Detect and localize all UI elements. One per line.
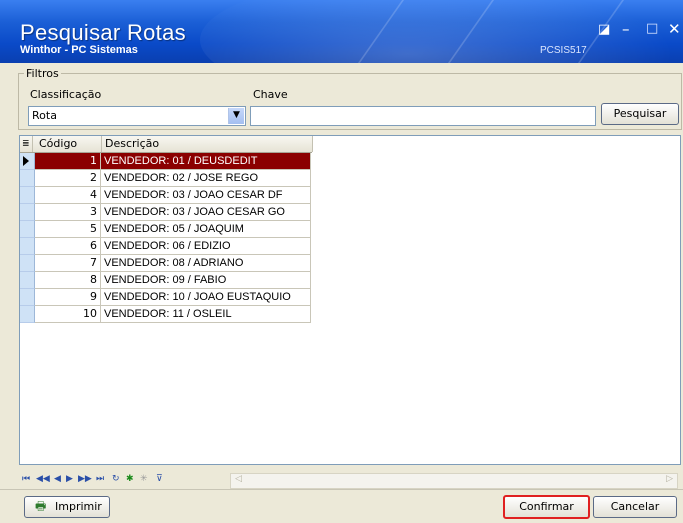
restore-icon[interactable]: ◪ — [598, 22, 610, 37]
scroll-left-icon[interactable]: ◁ — [235, 474, 242, 484]
table-row[interactable]: 1 VENDEDOR: 01 / DEUSDEDIT — [20, 153, 312, 170]
table-row[interactable]: 8 VENDEDOR: 09 / FABIO — [20, 272, 312, 289]
table-row[interactable]: 10 VENDEDOR: 11 / OSLEIL — [20, 306, 312, 323]
search-button[interactable]: Pesquisar — [601, 103, 679, 125]
table-row[interactable]: 9 VENDEDOR: 10 / JOAO EUSTAQUIO — [20, 289, 312, 306]
window-subtitle: Winthor - PC Sistemas — [20, 44, 138, 56]
footer-divider — [0, 489, 683, 490]
cell-codigo[interactable]: 3 — [35, 204, 101, 221]
table-row[interactable]: 6 VENDEDOR: 06 / EDIZIO — [20, 238, 312, 255]
row-indicator — [20, 153, 35, 170]
filters-group-label: Filtros — [24, 67, 61, 80]
cell-codigo[interactable]: 10 — [35, 306, 101, 323]
cell-descricao[interactable]: VENDEDOR: 10 / JOAO EUSTAQUIO — [101, 289, 311, 306]
cancel-button[interactable]: Cancelar — [593, 496, 677, 518]
cell-descricao[interactable]: VENDEDOR: 08 / ADRIANO — [101, 255, 311, 272]
row-indicator — [20, 170, 35, 187]
cell-descricao[interactable]: VENDEDOR: 02 / JOSE REGO — [101, 170, 311, 187]
refresh-icon[interactable]: ↻ — [112, 474, 120, 484]
classification-value: Rota — [32, 109, 57, 122]
window-title: Pesquisar Rotas — [20, 20, 186, 45]
last-page-icon[interactable]: ⏭ — [96, 474, 104, 484]
filter-icon[interactable]: ⊽ — [156, 474, 163, 484]
row-indicator — [20, 289, 35, 306]
column-header-codigo[interactable]: Código — [35, 136, 102, 152]
cell-descricao[interactable]: VENDEDOR: 01 / DEUSDEDIT — [101, 153, 311, 170]
print-button[interactable]: 🖶 Imprimir — [24, 496, 110, 518]
cell-descricao[interactable]: VENDEDOR: 09 / FABIO — [101, 272, 311, 289]
cell-descricao[interactable]: VENDEDOR: 03 / JOAO CESAR DF — [101, 187, 311, 204]
cell-codigo[interactable]: 1 — [35, 153, 101, 170]
minimize-icon[interactable]: – — [622, 20, 630, 38]
key-label: Chave — [253, 88, 288, 101]
cell-codigo[interactable]: 6 — [35, 238, 101, 255]
column-chooser-icon[interactable]: ≣ — [20, 136, 33, 152]
cell-descricao[interactable]: VENDEDOR: 11 / OSLEIL — [101, 306, 311, 323]
grid-header: ≣ Código Descrição — [20, 136, 313, 153]
title-decoration — [200, 0, 683, 63]
screen-code: PCSIS517 — [540, 45, 587, 56]
prev-page-icon[interactable]: ◀◀ — [36, 474, 50, 484]
classification-label: Classificação — [30, 88, 102, 101]
key-input[interactable] — [250, 106, 596, 126]
next-page-icon[interactable]: ▶▶ — [78, 474, 92, 484]
cell-codigo[interactable]: 5 — [35, 221, 101, 238]
insert-icon[interactable]: ✱ — [126, 474, 134, 484]
printer-icon: 🖶 — [35, 499, 47, 513]
column-header-descricao[interactable]: Descrição — [101, 136, 313, 152]
results-grid[interactable]: ≣ Código Descrição 1 VENDEDOR: 01 / DEUS… — [19, 135, 681, 465]
maximize-icon[interactable]: □ — [646, 21, 658, 36]
cell-descricao[interactable]: VENDEDOR: 06 / EDIZIO — [101, 238, 311, 255]
cell-codigo[interactable]: 7 — [35, 255, 101, 272]
cell-codigo[interactable]: 4 — [35, 187, 101, 204]
current-row-icon — [23, 156, 29, 166]
scroll-right-icon[interactable]: ▷ — [666, 474, 673, 484]
cell-descricao[interactable]: VENDEDOR: 05 / JOAQUIM — [101, 221, 311, 238]
row-indicator — [20, 306, 35, 323]
row-indicator — [20, 255, 35, 272]
search-routes-window: Pesquisar Rotas Winthor - PC Sistemas PC… — [0, 0, 683, 523]
row-indicator — [20, 187, 35, 204]
table-row[interactable]: 7 VENDEDOR: 08 / ADRIANO — [20, 255, 312, 272]
title-bar: Pesquisar Rotas Winthor - PC Sistemas PC… — [0, 0, 683, 63]
horizontal-scrollbar[interactable]: ◁ ▷ — [230, 473, 678, 489]
table-row[interactable]: 2 VENDEDOR: 02 / JOSE REGO — [20, 170, 312, 187]
first-page-icon[interactable]: ⏮ — [22, 474, 30, 484]
prev-record-icon[interactable]: ◀ — [54, 474, 61, 484]
clear-icon[interactable]: ✳ — [140, 474, 148, 484]
cell-codigo[interactable]: 8 — [35, 272, 101, 289]
classification-select[interactable]: Rota ▼ — [28, 106, 246, 126]
row-indicator — [20, 204, 35, 221]
chevron-down-icon[interactable]: ▼ — [228, 108, 244, 124]
row-indicator — [20, 272, 35, 289]
table-row[interactable]: 4 VENDEDOR: 03 / JOAO CESAR DF — [20, 187, 312, 204]
cell-codigo[interactable]: 9 — [35, 289, 101, 306]
row-indicator — [20, 238, 35, 255]
cell-descricao[interactable]: VENDEDOR: 03 / JOAO CESAR GO — [101, 204, 311, 221]
next-record-icon[interactable]: ▶ — [66, 474, 73, 484]
row-indicator — [20, 221, 35, 238]
print-button-label: Imprimir — [55, 500, 102, 513]
cell-codigo[interactable]: 2 — [35, 170, 101, 187]
close-icon[interactable]: ✕ — [668, 20, 681, 38]
confirm-button[interactable]: Confirmar — [503, 495, 590, 519]
table-row[interactable]: 3 VENDEDOR: 03 / JOAO CESAR GO — [20, 204, 312, 221]
table-row[interactable]: 5 VENDEDOR: 05 / JOAQUIM — [20, 221, 312, 238]
